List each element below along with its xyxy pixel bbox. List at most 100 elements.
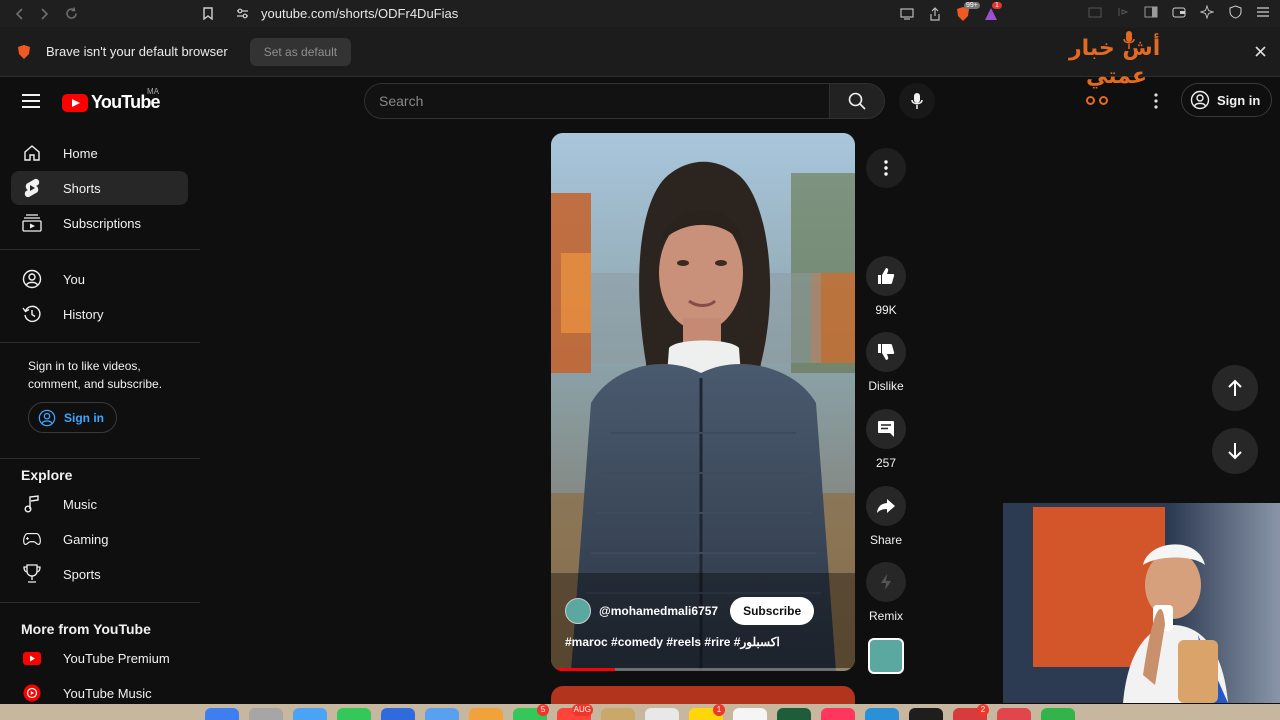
dock-app-icon[interactable] — [997, 708, 1031, 720]
dock-app-icon[interactable] — [337, 708, 371, 720]
previous-short-button[interactable] — [1212, 365, 1258, 411]
progress-fill — [551, 668, 615, 671]
search-input[interactable] — [379, 93, 799, 109]
audio-source-thumbnail[interactable] — [868, 638, 904, 674]
dock-app-icon[interactable] — [733, 708, 767, 720]
infobar-message: Brave isn't your default browser — [46, 44, 228, 59]
sidebar-item-subscriptions[interactable]: Subscriptions — [11, 206, 188, 240]
dislike-button[interactable] — [866, 332, 906, 372]
dock-app-icon[interactable] — [293, 708, 327, 720]
tabs-icon[interactable] — [1086, 3, 1104, 21]
sidebar-sign-in-button[interactable]: Sign in — [28, 402, 117, 433]
progress-bar[interactable] — [551, 668, 855, 671]
dock-app-icon[interactable]: 5 — [513, 704, 549, 720]
dock-app-icon[interactable] — [645, 708, 679, 720]
cast-icon[interactable] — [898, 5, 916, 23]
search-button[interactable] — [829, 83, 885, 119]
subscriptions-icon — [22, 213, 42, 233]
settings-more-icon[interactable] — [1146, 91, 1166, 111]
trophy-icon — [22, 564, 42, 584]
thumbs-up-icon — [878, 268, 895, 284]
dock-app-icon[interactable] — [865, 708, 899, 720]
sidebar-item-label: Shorts — [63, 180, 101, 196]
share-button[interactable] — [866, 486, 906, 526]
channel-name[interactable]: @mohamedmali6757 — [599, 604, 718, 618]
brave-rewards-icon[interactable]: 1 — [982, 1, 1002, 23]
back-icon[interactable] — [6, 1, 32, 27]
dock-badge: 2 — [977, 704, 989, 716]
set-default-button[interactable]: Set as default — [249, 37, 352, 66]
forward-icon[interactable] — [32, 1, 58, 27]
dock-app-icon[interactable]: 1 — [689, 704, 725, 720]
sidebar-item-history[interactable]: History — [11, 297, 188, 331]
subscribe-button[interactable]: Subscribe — [730, 597, 815, 625]
dock-app-icon[interactable] — [249, 708, 283, 720]
dock-app-icon[interactable] — [821, 708, 855, 720]
site-settings-icon[interactable] — [236, 7, 249, 20]
dock-app-icon[interactable] — [381, 708, 415, 720]
share-page-icon[interactable] — [926, 5, 944, 23]
comments-button[interactable] — [866, 409, 906, 449]
brave-shields-icon[interactable]: 99+ — [954, 1, 980, 23]
bookmark-icon[interactable] — [195, 0, 221, 26]
vpn-icon[interactable] — [1226, 3, 1244, 21]
sidebar-item-youtube-premium[interactable]: YouTube Premium — [11, 641, 188, 675]
microphone-icon — [911, 93, 923, 109]
sidebar-item-label: YouTube Premium — [63, 650, 170, 666]
dock-app-icon[interactable] — [601, 708, 635, 720]
like-button[interactable] — [866, 256, 906, 296]
dock-app-icon[interactable] — [425, 708, 459, 720]
short-video-player[interactable]: @mohamedmali6757 Subscribe #maroc #comed… — [551, 133, 855, 671]
dock-app-icon[interactable]: 2 — [953, 704, 989, 720]
remix-button[interactable] — [866, 562, 906, 602]
dock-app-icon[interactable] — [469, 708, 503, 720]
dock-app-icon[interactable] — [777, 708, 811, 720]
close-icon[interactable] — [1255, 44, 1266, 62]
more-actions-button[interactable] — [866, 148, 906, 188]
sidebar-item-you[interactable]: You — [11, 262, 188, 296]
sign-in-label: Sign in — [1217, 92, 1261, 108]
sidebar-item-shorts[interactable]: Shorts — [11, 171, 188, 205]
dock-app-icon[interactable]: AUG — [557, 704, 593, 720]
video-caption[interactable]: #maroc #comedy #reels #rire #اكسبلور — [565, 635, 780, 649]
youtube-logo[interactable]: YouTube MA — [62, 87, 161, 113]
dock-app-icon[interactable] — [1041, 708, 1075, 720]
dock-app-icon[interactable] — [205, 708, 239, 720]
presenter-figure — [1123, 544, 1228, 703]
wallet-icon[interactable] — [1170, 3, 1188, 21]
channel-avatar[interactable] — [565, 598, 591, 624]
youtube-premium-icon — [22, 648, 42, 668]
remix-label: Remix — [868, 609, 903, 623]
sign-in-button[interactable]: Sign in — [1181, 83, 1273, 117]
leo-ai-icon[interactable] — [1198, 3, 1216, 21]
media-icon[interactable] — [1114, 3, 1132, 21]
youtube-play-icon — [62, 93, 88, 112]
sidebar-toggle-icon[interactable] — [1142, 3, 1160, 21]
url-text[interactable]: youtube.com/shorts/ODFr4DuFias — [261, 6, 458, 21]
reload-icon[interactable] — [58, 1, 84, 27]
next-short-button[interactable] — [1212, 428, 1258, 474]
sidebar-item-label: Gaming — [63, 531, 109, 547]
sidebar-item-home[interactable]: Home — [11, 136, 188, 170]
brave-logo-icon — [18, 44, 30, 59]
youtube-music-icon — [22, 683, 42, 703]
voice-search-button[interactable] — [899, 83, 935, 119]
remix-icon — [881, 574, 891, 590]
video-frame — [551, 133, 855, 671]
arrow-up-icon — [1228, 379, 1242, 396]
sidebar-item-music[interactable]: Music — [11, 487, 188, 521]
dislike-action: Dislike — [866, 332, 906, 393]
menu-icon[interactable] — [1254, 3, 1272, 21]
comments-action: 257 — [866, 409, 906, 470]
watermark-line-1: أش خبار — [1069, 36, 1161, 61]
hamburger-menu-icon[interactable] — [22, 94, 40, 108]
sidebar-item-sports[interactable]: Sports — [11, 557, 188, 591]
sidebar-item-gaming[interactable]: Gaming — [11, 522, 188, 556]
shields-badge: 99+ — [964, 1, 980, 9]
shorts-icon — [22, 178, 42, 198]
dock-app-icon[interactable] — [909, 708, 943, 720]
address-bar[interactable]: youtube.com/shorts/ODFr4DuFias 99+ 1 — [228, 1, 1002, 24]
comment-count: 257 — [875, 456, 897, 470]
sidebar-item-label: Sports — [63, 566, 101, 582]
like-count: 99K — [875, 303, 897, 317]
